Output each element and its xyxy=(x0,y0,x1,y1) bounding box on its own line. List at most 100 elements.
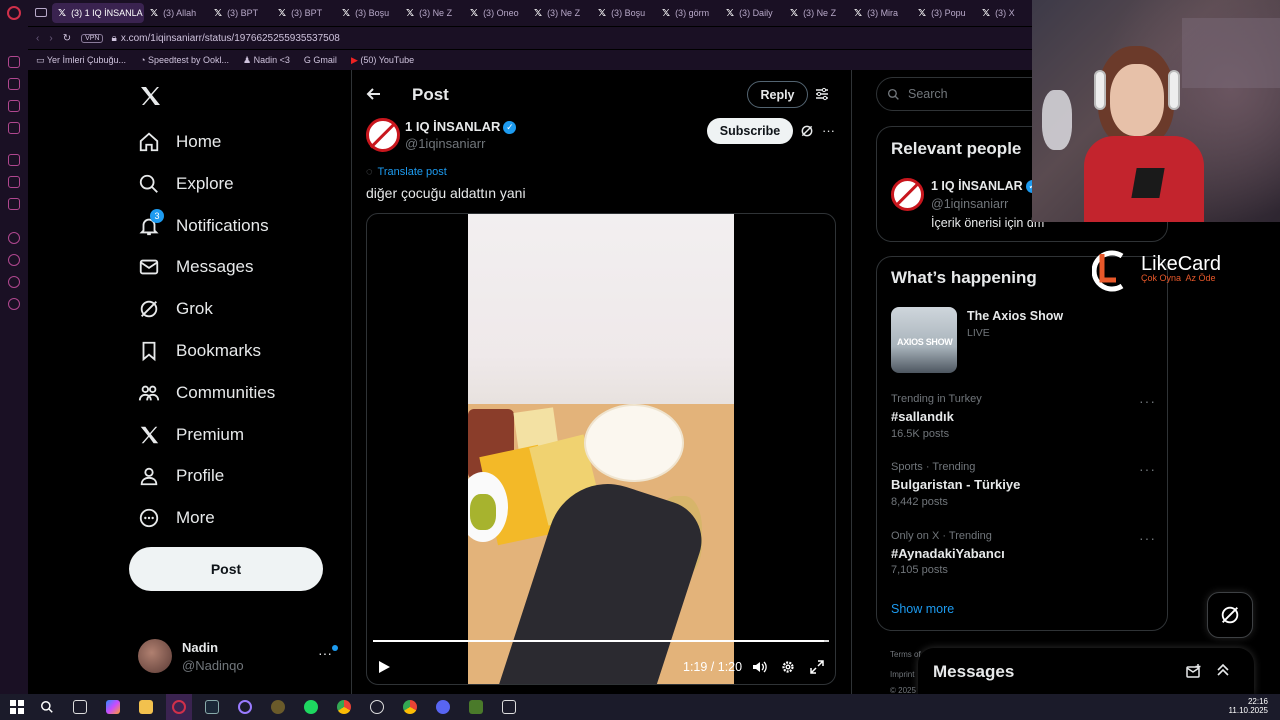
settings-gear-icon[interactable] xyxy=(781,660,795,679)
subscribe-button[interactable]: Subscribe xyxy=(707,118,793,144)
featured-title[interactable]: The Axios Show xyxy=(967,309,1063,323)
bookmark-nadin[interactable]: ♟ Nadin <3 xyxy=(243,55,290,66)
sidebar-app-icon[interactable] xyxy=(8,276,20,288)
relevant-avatar[interactable] xyxy=(891,178,924,211)
discord-icon[interactable] xyxy=(436,700,450,714)
reply-button[interactable]: Reply xyxy=(747,81,808,108)
browser-tab[interactable]: 𝕏 (3) görm xyxy=(662,3,718,23)
video-player[interactable]: 1:19 / 1:20 xyxy=(366,213,836,685)
browser-tab[interactable]: 𝕏 (3) Allah xyxy=(150,3,206,23)
app-icon[interactable] xyxy=(271,700,285,714)
opera-gx-icon[interactable] xyxy=(172,700,186,714)
windows-start-icon[interactable] xyxy=(10,700,24,714)
nav-bookmarks[interactable]: Bookmarks xyxy=(138,336,261,366)
account-switcher[interactable]: Nadin @Nadinqo ··· xyxy=(138,639,358,679)
browser-tab[interactable]: 𝕏 (3) Ne Z xyxy=(406,3,462,23)
settings-icon[interactable] xyxy=(8,298,20,310)
trend-more-icon[interactable]: ··· xyxy=(1139,393,1156,409)
bookmark-folder[interactable]: ▭ Yer İmleri Çubuğu... xyxy=(36,55,126,66)
nav-explore[interactable]: Explore xyxy=(138,169,234,199)
play-icon[interactable] xyxy=(378,660,391,679)
x-logo-icon[interactable] xyxy=(138,84,162,113)
browser-tab[interactable]: 𝕏 (3) X xyxy=(982,3,1038,23)
sidebar-app-icon[interactable] xyxy=(8,154,20,166)
footer-terms[interactable]: Terms of xyxy=(890,650,921,659)
reload-icon[interactable]: ↻ xyxy=(63,33,71,44)
app-icon[interactable] xyxy=(502,700,516,714)
taskbar-search-icon[interactable] xyxy=(40,700,54,719)
clock[interactable]: 22:16 11.10.2025 xyxy=(1220,697,1268,715)
nav-notifications[interactable]: 3 Notifications xyxy=(138,209,269,241)
nav-premium[interactable]: Premium xyxy=(138,420,244,450)
author-avatar[interactable] xyxy=(366,118,400,152)
copilot-icon[interactable] xyxy=(106,700,120,714)
sidebar-app-icon[interactable] xyxy=(8,176,20,188)
grok-icon[interactable] xyxy=(800,124,814,143)
nav-home[interactable]: Home xyxy=(138,127,221,157)
video-progress-track[interactable] xyxy=(373,640,829,642)
browser-tab[interactable]: 𝕏 (3) 1 IQ İNSANLA xyxy=(52,3,144,23)
chrome-icon[interactable] xyxy=(403,700,417,714)
back-icon[interactable]: ‹ xyxy=(36,33,39,44)
relevant-name-row[interactable]: 1 IQ İNSANLAR✓ xyxy=(931,179,1039,194)
footer-imprint[interactable]: Imprint xyxy=(890,670,914,679)
opera-logo-icon[interactable] xyxy=(7,6,21,20)
browser-tab[interactable]: 𝕏 (3) Popu xyxy=(918,3,974,23)
browser-tab[interactable]: 𝕏 (3) Ne Z xyxy=(534,3,590,23)
forward-icon[interactable]: › xyxy=(49,33,52,44)
bookmark-speedtest[interactable]: ◔ Speedtest by Ookl... xyxy=(140,55,229,65)
task-view-icon[interactable] xyxy=(73,700,87,714)
chrome-icon[interactable] xyxy=(337,700,351,714)
steam-icon[interactable] xyxy=(205,700,219,714)
translate-post-link[interactable]: ◌ Translate post xyxy=(366,166,447,178)
sidebar-app-icon[interactable] xyxy=(8,232,20,244)
account-more-icon[interactable]: ··· xyxy=(318,645,332,661)
show-more-link[interactable]: Show more xyxy=(891,602,954,616)
browser-tab[interactable]: 𝕏 (3) Boşu xyxy=(342,3,398,23)
browser-tab[interactable]: 𝕏 (3) BPT xyxy=(278,3,334,23)
nav-messages[interactable]: Messages xyxy=(138,252,253,282)
grok-floating-button[interactable] xyxy=(1207,592,1253,638)
sidebar-app-icon[interactable] xyxy=(8,122,20,134)
nav-more[interactable]: More xyxy=(138,503,215,533)
sidebar-app-icon[interactable] xyxy=(8,254,20,266)
sidebar-app-icon[interactable] xyxy=(8,56,20,68)
browser-tab[interactable]: 𝕏 (3) Boşu xyxy=(598,3,654,23)
workspaces-icon[interactable] xyxy=(35,8,47,17)
post-button[interactable]: Post xyxy=(129,547,323,591)
nav-grok[interactable]: Grok xyxy=(138,294,213,324)
browser-tab[interactable]: 𝕏 (3) Mira xyxy=(854,3,910,23)
post-more-icon[interactable]: ··· xyxy=(822,123,835,138)
bookmark-gmail[interactable]: G Gmail xyxy=(304,55,337,65)
trend-title[interactable]: #AynadakiYabancı xyxy=(891,546,1005,561)
back-arrow-icon[interactable] xyxy=(366,86,382,107)
spotify-icon[interactable] xyxy=(304,700,318,714)
browser-tab[interactable]: 𝕏 (3) Oneo xyxy=(470,3,526,23)
expand-up-icon[interactable] xyxy=(1216,663,1230,682)
nav-profile[interactable]: Profile xyxy=(138,461,224,491)
author-handle[interactable]: @1iqinsaniarr xyxy=(405,136,485,151)
browser-tab[interactable]: 𝕏 (3) Daily xyxy=(726,3,782,23)
vpn-badge[interactable]: VPN xyxy=(81,33,104,43)
file-explorer-icon[interactable] xyxy=(139,700,153,714)
trend-title[interactable]: #sallandık xyxy=(891,409,954,424)
browser-tab[interactable]: 𝕏 (3) Ne Z xyxy=(790,3,846,23)
url-text[interactable]: x.com/1iqinsaniarr/status/19766252559355… xyxy=(121,33,340,44)
trend-more-icon[interactable]: ··· xyxy=(1139,530,1156,546)
nav-communities[interactable]: Communities xyxy=(138,378,275,408)
trend-title[interactable]: Bulgaristan - Türkiye xyxy=(891,477,1020,492)
minecraft-icon[interactable] xyxy=(469,700,483,714)
volume-icon[interactable] xyxy=(752,660,767,679)
app-icon[interactable] xyxy=(238,700,252,714)
sidebar-app-icon[interactable] xyxy=(8,198,20,210)
axios-thumbnail[interactable]: AXIOS SHOW xyxy=(891,307,957,373)
sidebar-app-icon[interactable] xyxy=(8,78,20,90)
messages-drawer[interactable]: Messages xyxy=(918,648,1254,694)
bookmark-youtube[interactable]: ▶ (50) YouTube xyxy=(351,55,414,66)
author-name-row[interactable]: 1 IQ İNSANLAR ✓ xyxy=(405,119,517,135)
sliders-icon[interactable] xyxy=(815,87,829,106)
sidebar-app-icon[interactable] xyxy=(8,100,20,112)
obs-icon[interactable] xyxy=(370,700,384,714)
browser-tab[interactable]: 𝕏 (3) BPT xyxy=(214,3,270,23)
trend-more-icon[interactable]: ··· xyxy=(1139,461,1156,477)
